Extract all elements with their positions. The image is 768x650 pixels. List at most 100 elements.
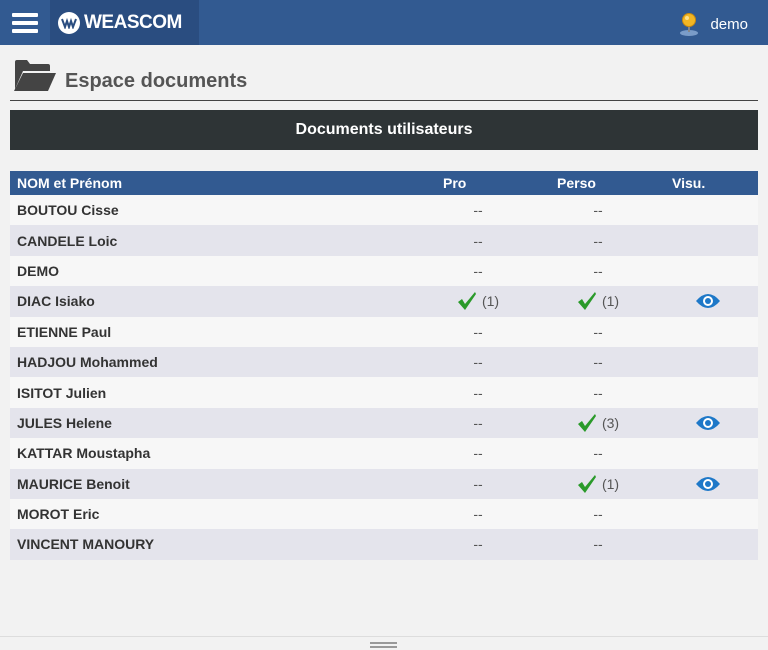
user-name-cell: ISITOT Julien	[17, 384, 107, 401]
pro-cell: --	[418, 506, 538, 522]
visu-cell	[658, 475, 758, 493]
col-header-pro: Pro	[443, 175, 467, 191]
empty-value: --	[473, 323, 483, 340]
empty-value: --	[473, 414, 483, 431]
user-name: demo	[710, 15, 748, 33]
empty-value: --	[473, 445, 483, 462]
checkmark-icon	[457, 292, 476, 311]
user-name-cell: MOROT Eric	[17, 506, 100, 523]
pro-cell: --	[418, 415, 538, 431]
perso-cell: --	[538, 233, 658, 249]
user-name-cell: HADJOU Mohammed	[17, 354, 158, 371]
checkmark-icon	[577, 474, 596, 493]
visu-cell	[658, 292, 758, 310]
pro-cell: --	[418, 385, 538, 401]
table-row: MAURICE Benoit -- (1)	[10, 468, 758, 499]
top-bar: WEASCOM demo	[0, 0, 768, 45]
documents-table: NOM et Prénom Pro Perso Visu. BOUTOU Cis…	[10, 171, 758, 560]
empty-value: --	[473, 262, 483, 279]
document-count: (3)	[601, 414, 620, 431]
folder-open-icon	[14, 60, 56, 91]
document-count: (1)	[601, 475, 620, 492]
perso-cell: --	[538, 263, 658, 279]
logo-mark-icon	[58, 11, 80, 34]
empty-value: --	[593, 232, 603, 249]
user-pin-icon	[680, 13, 699, 36]
table-row: JULES Helene -- (3)	[10, 407, 758, 439]
hamburger-menu-icon[interactable]	[12, 13, 38, 33]
empty-value: --	[473, 536, 483, 553]
pro-cell: --	[418, 324, 538, 340]
perso-cell: (1)	[538, 291, 658, 311]
table-row: BOUTOU Cisse -- --	[10, 195, 758, 226]
user-name-cell: CANDELE Loic	[17, 232, 118, 249]
eye-icon[interactable]	[695, 414, 721, 432]
empty-value: --	[593, 536, 603, 553]
user-menu[interactable]: demo	[678, 12, 748, 36]
brand-name: WEASCOM	[84, 11, 182, 33]
page-header: Espace documents	[10, 56, 758, 101]
user-name-cell: DIAC Isiako	[17, 293, 95, 310]
user-name-cell: DEMO	[17, 262, 59, 279]
table-header: NOM et Prénom Pro Perso Visu.	[10, 171, 758, 195]
pro-cell: --	[418, 263, 538, 279]
empty-value: --	[473, 384, 483, 401]
user-name-cell: MAURICE Benoit	[17, 475, 130, 492]
checkmark-icon	[577, 413, 596, 432]
eye-icon[interactable]	[695, 292, 721, 310]
perso-cell: --	[538, 354, 658, 370]
pro-cell: --	[418, 233, 538, 249]
empty-value: --	[593, 354, 603, 371]
table-row: VINCENT MANOURY -- --	[10, 529, 758, 560]
empty-value: --	[593, 202, 603, 219]
empty-value: --	[593, 323, 603, 340]
table-row: CANDELE Loic -- --	[10, 225, 758, 256]
document-count: (1)	[481, 293, 500, 310]
table-row: HADJOU Mohammed -- --	[10, 346, 758, 378]
empty-value: --	[473, 475, 483, 492]
empty-value: --	[473, 232, 483, 249]
perso-cell: --	[538, 445, 658, 461]
footer-divider	[0, 636, 768, 637]
table-row: ISITOT Julien -- --	[10, 377, 758, 408]
user-name-cell: VINCENT MANOURY	[17, 536, 155, 553]
perso-cell: --	[538, 536, 658, 552]
empty-value: --	[593, 445, 603, 462]
table-row: KATTAR Moustapha -- --	[10, 438, 758, 469]
table-row: MOROT Eric -- --	[10, 498, 758, 530]
perso-cell: --	[538, 324, 658, 340]
user-name-cell: JULES Helene	[17, 414, 112, 431]
empty-value: --	[593, 384, 603, 401]
empty-value: --	[473, 506, 483, 523]
col-header-name: NOM et Prénom	[17, 175, 123, 191]
empty-value: --	[593, 262, 603, 279]
table-row: DIAC Isiako (1) (1)	[10, 286, 758, 317]
perso-cell: --	[538, 506, 658, 522]
empty-value: --	[473, 354, 483, 371]
user-name-cell: KATTAR Moustapha	[17, 445, 151, 462]
pro-cell: --	[418, 354, 538, 370]
user-name-cell: ETIENNE Paul	[17, 323, 112, 340]
brand-logo[interactable]: WEASCOM	[50, 0, 199, 45]
checkmark-icon	[577, 292, 596, 311]
section-title: Documents utilisateurs	[10, 110, 758, 150]
col-header-perso: Perso	[557, 175, 596, 191]
col-header-visu: Visu.	[672, 175, 706, 191]
empty-value: --	[473, 202, 483, 219]
perso-cell: --	[538, 385, 658, 401]
pro-cell: (1)	[418, 291, 538, 311]
perso-cell: (3)	[538, 413, 658, 433]
visu-cell	[658, 414, 758, 432]
perso-cell: --	[538, 202, 658, 218]
pro-cell: --	[418, 476, 538, 492]
eye-icon[interactable]	[695, 475, 721, 493]
page-title: Espace documents	[65, 70, 248, 92]
empty-value: --	[593, 506, 603, 523]
pro-cell: --	[418, 536, 538, 552]
resize-grip-icon[interactable]	[370, 642, 397, 650]
table-row: ETIENNE Paul -- --	[10, 316, 758, 347]
perso-cell: (1)	[538, 474, 658, 494]
user-name-cell: BOUTOU Cisse	[17, 202, 119, 219]
pro-cell: --	[418, 445, 538, 461]
table-row: DEMO -- --	[10, 255, 758, 287]
